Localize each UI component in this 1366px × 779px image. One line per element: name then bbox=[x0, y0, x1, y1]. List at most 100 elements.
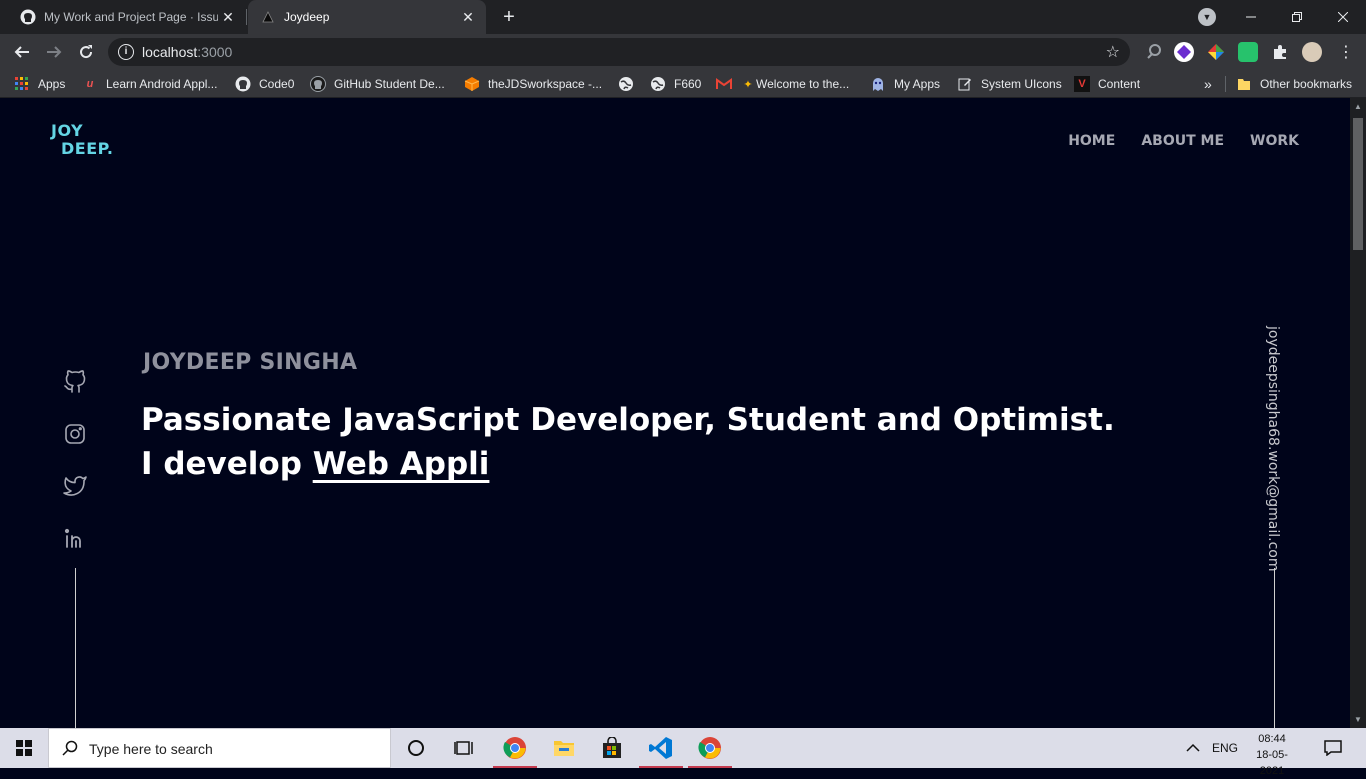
udemy-icon: u bbox=[86, 78, 94, 90]
forward-arrow-icon[interactable] bbox=[42, 40, 66, 64]
url-text: localhost:3000 bbox=[142, 44, 233, 60]
taskbar-search-input[interactable]: Type here to search bbox=[48, 728, 391, 768]
windows-taskbar: Type here to search ENG 08:44 18-05-2021 bbox=[0, 728, 1366, 777]
browser-toolbar: i localhost:3000 ☆ ⋮ bbox=[0, 34, 1366, 70]
new-tab-button[interactable]: + bbox=[498, 6, 520, 28]
chrome-taskbar-icon-2[interactable] bbox=[686, 728, 734, 768]
bookmark-label: Learn Android Appl... bbox=[106, 77, 218, 91]
typed-text: Web Appli bbox=[312, 446, 490, 482]
bookmark-code0[interactable]: Code0 bbox=[235, 74, 294, 94]
chrome-taskbar-icon[interactable] bbox=[491, 728, 539, 768]
chevron-down-icon[interactable]: ▼ bbox=[1198, 8, 1216, 26]
bookmark-github-student[interactable]: GitHub Student De... bbox=[310, 74, 445, 94]
puzzle-extensions-icon[interactable] bbox=[1270, 42, 1290, 62]
hero-develop-line: I develop Web Appli bbox=[141, 446, 489, 482]
store-icon[interactable] bbox=[588, 728, 636, 768]
site-icon bbox=[260, 9, 276, 25]
bookmark-content[interactable]: V Content bbox=[1074, 74, 1140, 94]
bookmarks-bar: Apps u Learn Android Appl... Code0 GitHu… bbox=[0, 70, 1366, 98]
bookmark-label: theJDSworkspace -... bbox=[488, 77, 603, 91]
taskbar-clock[interactable]: 08:44 18-05-2021 bbox=[1248, 731, 1296, 779]
github-icon bbox=[20, 9, 36, 25]
social-links bbox=[63, 370, 87, 578]
address-bar[interactable]: i localhost:3000 ☆ bbox=[108, 38, 1130, 66]
edit-icon bbox=[957, 76, 973, 92]
nav-work[interactable]: WORK bbox=[1250, 133, 1299, 149]
bookmark-other[interactable]: Other bookmarks bbox=[1236, 74, 1352, 94]
ghost-icon bbox=[870, 76, 886, 92]
bookmark-gmail[interactable] bbox=[716, 74, 740, 94]
bookmark-learn-android[interactable]: u Learn Android Appl... bbox=[82, 74, 218, 94]
site-logo[interactable]: JOY DEEP. bbox=[51, 122, 114, 158]
back-arrow-icon[interactable] bbox=[10, 40, 34, 64]
search-placeholder: Type here to search bbox=[89, 741, 213, 757]
close-window-button[interactable] bbox=[1320, 0, 1366, 34]
bookmarks-divider bbox=[1225, 76, 1226, 92]
nav-about-me[interactable]: ABOUT ME bbox=[1141, 133, 1224, 149]
bookmark-star-icon[interactable]: ☆ bbox=[1106, 42, 1120, 62]
close-icon[interactable]: ✕ bbox=[218, 7, 238, 27]
hero-tagline: Passionate JavaScript Developer, Student… bbox=[141, 402, 1115, 438]
bookmark-f660[interactable]: F660 bbox=[650, 74, 701, 94]
info-icon[interactable]: i bbox=[118, 44, 134, 60]
globe-icon bbox=[650, 76, 666, 92]
bookmark-globe[interactable] bbox=[618, 74, 642, 94]
vscode-icon[interactable] bbox=[637, 728, 685, 768]
restore-button[interactable] bbox=[1274, 0, 1320, 34]
sparkle-icon: ✦ bbox=[743, 78, 753, 91]
scroll-up-icon[interactable]: ▲ bbox=[1354, 102, 1362, 111]
language-indicator[interactable]: ENG bbox=[1212, 728, 1238, 768]
bookmark-label: System UIcons bbox=[981, 77, 1062, 91]
bookmark-label: Content bbox=[1098, 77, 1141, 91]
apps-grid-icon bbox=[14, 76, 30, 92]
diamond-extension-icon[interactable] bbox=[1174, 42, 1194, 62]
search-icon bbox=[61, 739, 79, 757]
v-icon: V bbox=[1074, 76, 1090, 92]
bookmark-welcome[interactable]: ✦ Welcome to the... bbox=[742, 74, 849, 94]
scrollbar-thumb[interactable] bbox=[1353, 118, 1363, 250]
nav-home[interactable]: HOME bbox=[1068, 133, 1115, 149]
tab-title: Joydeep bbox=[284, 10, 330, 24]
bookmark-label: GitHub Student De... bbox=[334, 77, 445, 91]
bookmark-jdsworkspace[interactable]: theJDSworkspace -... bbox=[464, 74, 602, 94]
github-icon[interactable] bbox=[63, 370, 87, 394]
bookmark-system-uicons[interactable]: System UIcons bbox=[957, 74, 1062, 94]
lens-extension-icon[interactable] bbox=[1144, 42, 1164, 62]
bookmark-my-apps[interactable]: My Apps bbox=[870, 74, 940, 94]
clock-date: 18-05-2021 bbox=[1256, 749, 1288, 777]
notifications-icon[interactable] bbox=[1324, 728, 1342, 768]
green-extension-icon[interactable] bbox=[1238, 42, 1258, 62]
scroll-down-icon[interactable]: ▼ bbox=[1354, 715, 1362, 724]
reload-icon[interactable] bbox=[74, 40, 98, 64]
color-extension-icon[interactable] bbox=[1206, 42, 1226, 62]
github-icon bbox=[310, 76, 326, 92]
folder-icon bbox=[1236, 76, 1252, 92]
page-scrollbar[interactable]: ▲ ▼ bbox=[1350, 98, 1366, 728]
email-link[interactable]: joydeepsingha68.work@gmail.com bbox=[1262, 326, 1286, 572]
menu-dots-icon[interactable]: ⋮ bbox=[1334, 40, 1358, 64]
task-view-icon[interactable] bbox=[440, 728, 488, 768]
tab-github-issue[interactable]: My Work and Project Page · Issue ✕ bbox=[8, 0, 246, 34]
tab-joydeep[interactable]: Joydeep ✕ bbox=[248, 0, 486, 34]
cortana-icon[interactable] bbox=[392, 728, 440, 768]
bookmark-label: F660 bbox=[674, 77, 702, 91]
avatar[interactable] bbox=[1302, 42, 1322, 62]
bookmarks-overflow-button[interactable]: » bbox=[1204, 74, 1212, 94]
tray-chevron-up-icon[interactable] bbox=[1186, 728, 1200, 768]
linkedin-icon[interactable] bbox=[63, 526, 87, 550]
tab-divider bbox=[246, 9, 247, 25]
file-explorer-icon[interactable] bbox=[540, 728, 588, 768]
windows-start-icon[interactable] bbox=[0, 728, 48, 768]
twitter-icon[interactable] bbox=[63, 474, 87, 498]
browser-tab-strip: My Work and Project Page · Issue ✕ Joyde… bbox=[0, 0, 1366, 34]
minimize-button[interactable] bbox=[1228, 0, 1274, 34]
globe-icon bbox=[618, 76, 634, 92]
bookmark-label: My Apps bbox=[894, 77, 941, 91]
left-vertical-line bbox=[75, 568, 76, 728]
bookmark-apps[interactable]: Apps bbox=[14, 74, 65, 94]
bookmark-label: Apps bbox=[38, 77, 66, 91]
gmail-icon bbox=[716, 76, 732, 92]
close-icon[interactable]: ✕ bbox=[458, 7, 478, 27]
hero-name: JOYDEEP SINGHA bbox=[143, 350, 358, 375]
instagram-icon[interactable] bbox=[63, 422, 87, 446]
